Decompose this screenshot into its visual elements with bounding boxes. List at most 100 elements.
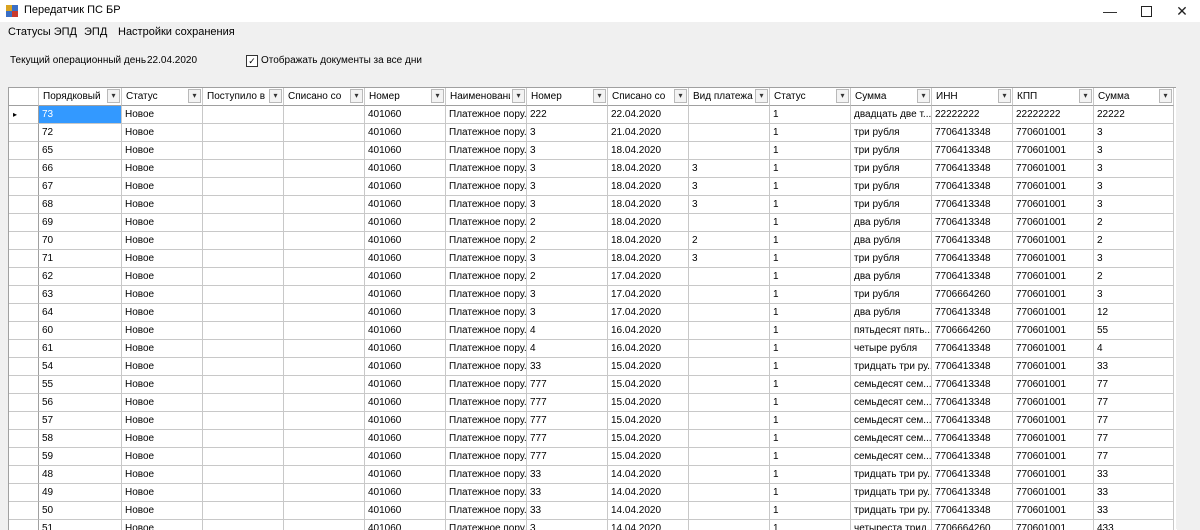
row-header[interactable] <box>9 142 39 160</box>
table-cell[interactable]: Новое <box>122 160 203 178</box>
table-cell[interactable]: 770601001 <box>1013 286 1094 304</box>
table-cell[interactable]: Новое <box>122 502 203 520</box>
menu-save-settings[interactable]: Настройки сохранения <box>118 26 235 38</box>
table-cell[interactable]: 770601001 <box>1013 484 1094 502</box>
table-cell[interactable]: 3 <box>1094 142 1174 160</box>
table-cell[interactable]: 67 <box>39 178 122 196</box>
table-row[interactable]: 70 Новое 401060 Платежное пору... 2 18.04.202… <box>9 232 1174 250</box>
table-cell[interactable]: 7706413348 <box>932 448 1013 466</box>
table-cell[interactable]: 77 <box>1094 412 1174 430</box>
table-cell[interactable] <box>203 178 284 196</box>
table-cell[interactable]: 7706413348 <box>932 358 1013 376</box>
table-cell[interactable]: 1 <box>770 124 851 142</box>
table-cell[interactable]: 401060 <box>365 340 446 358</box>
row-header[interactable] <box>9 232 39 250</box>
table-cell[interactable]: 401060 <box>365 466 446 484</box>
table-cell[interactable]: 2 <box>1094 268 1174 286</box>
table-cell[interactable]: Платежное пору... <box>446 250 527 268</box>
table-cell[interactable]: 3 <box>527 196 608 214</box>
table-cell[interactable] <box>203 394 284 412</box>
table-row[interactable]: 50 Новое 401060 Платежное пору... 33 14.04.20… <box>9 502 1174 520</box>
table-cell[interactable]: семьдесят сем... <box>851 430 932 448</box>
table-cell[interactable]: 1 <box>770 268 851 286</box>
table-cell[interactable]: Платежное пору... <box>446 232 527 250</box>
table-cell[interactable]: три рубля <box>851 160 932 178</box>
table-cell[interactable]: 770601001 <box>1013 358 1094 376</box>
row-header[interactable]: ▸ <box>9 106 39 124</box>
table-cell[interactable] <box>203 214 284 232</box>
table-cell[interactable]: 7706664260 <box>932 322 1013 340</box>
show-all-days-checkbox[interactable]: ✓ <box>246 55 258 67</box>
table-cell[interactable] <box>203 160 284 178</box>
row-header[interactable] <box>9 250 39 268</box>
table-cell[interactable]: 1 <box>770 178 851 196</box>
table-cell[interactable]: 401060 <box>365 358 446 376</box>
table-cell[interactable]: 33 <box>527 358 608 376</box>
table-cell[interactable]: 3 <box>1094 124 1174 142</box>
table-cell[interactable]: Новое <box>122 124 203 142</box>
filter-dropdown-icon[interactable]: ▾ <box>188 89 201 103</box>
table-cell[interactable]: 3 <box>1094 286 1174 304</box>
table-cell[interactable]: Новое <box>122 250 203 268</box>
table-cell[interactable]: 401060 <box>365 106 446 124</box>
table-cell[interactable]: 59 <box>39 448 122 466</box>
table-cell[interactable]: 14.04.2020 <box>608 484 689 502</box>
table-cell[interactable]: 7706413348 <box>932 160 1013 178</box>
table-cell[interactable]: 15.04.2020 <box>608 430 689 448</box>
table-cell[interactable]: 72 <box>39 124 122 142</box>
table-cell[interactable]: 33 <box>527 502 608 520</box>
table-cell[interactable]: 33 <box>1094 484 1174 502</box>
table-cell[interactable] <box>203 142 284 160</box>
table-cell[interactable] <box>203 340 284 358</box>
table-cell[interactable]: семьдесят сем... <box>851 412 932 430</box>
row-header[interactable] <box>9 340 39 358</box>
filter-dropdown-icon[interactable]: ▾ <box>431 89 444 103</box>
table-row[interactable]: 68 Новое 401060 Платежное пору... 3 18.04.202… <box>9 196 1174 214</box>
table-cell[interactable]: 401060 <box>365 484 446 502</box>
column-header[interactable]: Сумма ▾ <box>1094 88 1174 106</box>
table-cell[interactable]: 49 <box>39 484 122 502</box>
table-cell[interactable]: Платежное пору... <box>446 178 527 196</box>
table-cell[interactable]: Новое <box>122 466 203 484</box>
table-cell[interactable]: три рубля <box>851 196 932 214</box>
table-cell[interactable]: Платежное пору... <box>446 502 527 520</box>
table-cell[interactable]: 7706413348 <box>932 250 1013 268</box>
table-cell[interactable]: 770601001 <box>1013 268 1094 286</box>
table-cell[interactable]: 401060 <box>365 412 446 430</box>
table-cell[interactable] <box>689 430 770 448</box>
table-cell[interactable]: 55 <box>1094 322 1174 340</box>
table-cell[interactable]: два рубля <box>851 214 932 232</box>
table-cell[interactable]: 770601001 <box>1013 376 1094 394</box>
table-cell[interactable]: 77 <box>1094 430 1174 448</box>
table-row[interactable]: 67 Новое 401060 Платежное пору... 3 18.04.202… <box>9 178 1174 196</box>
table-cell[interactable]: 401060 <box>365 268 446 286</box>
table-cell[interactable] <box>689 106 770 124</box>
table-cell[interactable]: 1 <box>770 232 851 250</box>
table-cell[interactable]: Платежное пору... <box>446 412 527 430</box>
table-cell[interactable]: 770601001 <box>1013 502 1094 520</box>
table-cell[interactable]: Новое <box>122 358 203 376</box>
table-cell[interactable]: 56 <box>39 394 122 412</box>
table-cell[interactable]: 1 <box>770 340 851 358</box>
table-cell[interactable]: 770601001 <box>1013 178 1094 196</box>
table-cell[interactable]: Новое <box>122 304 203 322</box>
row-header[interactable] <box>9 178 39 196</box>
table-cell[interactable]: 73 <box>39 106 122 124</box>
table-cell[interactable]: 770601001 <box>1013 196 1094 214</box>
table-cell[interactable]: 3 <box>527 142 608 160</box>
row-header[interactable] <box>9 268 39 286</box>
table-cell[interactable]: 18.04.2020 <box>608 196 689 214</box>
table-row[interactable]: 71 Новое 401060 Платежное пору... 3 18.04.202… <box>9 250 1174 268</box>
table-cell[interactable]: Платежное пору... <box>446 466 527 484</box>
table-cell[interactable] <box>689 142 770 160</box>
table-cell[interactable] <box>689 412 770 430</box>
row-header[interactable] <box>9 160 39 178</box>
table-cell[interactable]: 770601001 <box>1013 394 1094 412</box>
table-cell[interactable]: 2 <box>527 214 608 232</box>
table-cell[interactable]: 77 <box>1094 448 1174 466</box>
table-cell[interactable]: Платежное пору... <box>446 376 527 394</box>
row-header[interactable] <box>9 304 39 322</box>
table-cell[interactable]: 1 <box>770 430 851 448</box>
column-header[interactable]: КПП ▾ <box>1013 88 1094 106</box>
table-cell[interactable]: 57 <box>39 412 122 430</box>
